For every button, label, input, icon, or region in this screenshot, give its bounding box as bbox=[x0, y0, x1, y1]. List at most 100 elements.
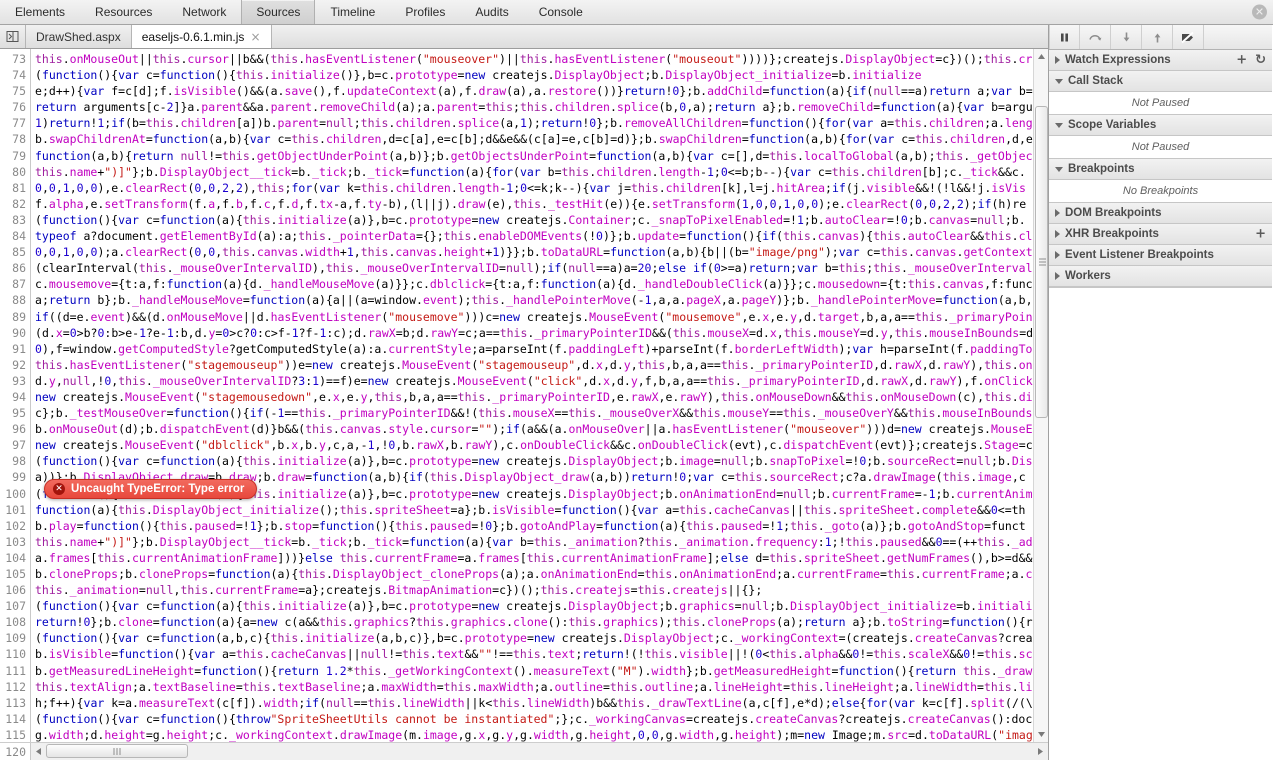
code-line[interactable]: b.getMeasuredLineHeight=function(){retur… bbox=[35, 663, 1048, 679]
line-number[interactable]: 103 bbox=[0, 534, 30, 550]
step-over-icon[interactable] bbox=[1080, 25, 1111, 49]
sidebar-section-dom-breakpoints[interactable]: DOM Breakpoints bbox=[1049, 203, 1272, 224]
line-number[interactable]: 97 bbox=[0, 437, 30, 453]
line-number[interactable]: 112 bbox=[0, 679, 30, 695]
add-icon[interactable]: + bbox=[1236, 53, 1247, 68]
code-line[interactable]: 0,0,1,0,0),e.clearRect(0,0,2,2),this;for… bbox=[35, 180, 1048, 196]
code-line[interactable]: b.onMouseOut(d);b.dispatchEvent(d)}b&&(t… bbox=[35, 421, 1048, 437]
code-line[interactable]: 0),f=window.getComputedStyle?getComputed… bbox=[35, 341, 1048, 357]
chevron-right-icon[interactable] bbox=[1055, 272, 1060, 280]
line-number[interactable]: 101 bbox=[0, 502, 30, 518]
add-icon[interactable]: + bbox=[1255, 227, 1266, 242]
chevron-down-icon[interactable] bbox=[1055, 78, 1063, 84]
code-line[interactable]: this.name+")]"};b.DisplayObject__tick=b.… bbox=[35, 164, 1048, 180]
sidebar-section-xhr-breakpoints[interactable]: XHR Breakpoints + bbox=[1049, 224, 1272, 245]
line-number[interactable]: 102 bbox=[0, 518, 30, 534]
file-tab[interactable]: easeljs-0.6.1.min.js × bbox=[131, 25, 272, 48]
line-number[interactable]: 111 bbox=[0, 663, 30, 679]
line-number[interactable]: 83 bbox=[0, 212, 30, 228]
code-line[interactable]: d.y,null,!0,this._mouseOverIntervalID?3:… bbox=[35, 373, 1048, 389]
code-line[interactable]: b.play=function(){this.paused=!1};b.stop… bbox=[35, 518, 1048, 534]
code-line[interactable]: (function(){var c=function(){this.initia… bbox=[35, 67, 1048, 83]
step-into-icon[interactable] bbox=[1111, 25, 1142, 49]
code-line[interactable]: b.isVisible=function(){var a=this.cacheC… bbox=[35, 646, 1048, 662]
code-line[interactable]: return!0};b.clone=function(a){a=new c(a&… bbox=[35, 614, 1048, 630]
code-line[interactable]: a.frames[this.currentAnimationFrame]))}e… bbox=[35, 550, 1048, 566]
line-number[interactable]: 104 bbox=[0, 550, 30, 566]
chevron-down-icon[interactable] bbox=[1055, 122, 1063, 128]
code-line[interactable]: this.name+")]"};b.DisplayObject__tick=b.… bbox=[35, 534, 1048, 550]
panel-tab-timeline[interactable]: Timeline bbox=[315, 0, 390, 24]
vertical-scroll-thumb[interactable] bbox=[1034, 106, 1048, 418]
horizontal-scroll-thumb[interactable] bbox=[46, 744, 188, 758]
code-line[interactable]: g.width;d.height=g.height;c._workingCont… bbox=[35, 727, 1048, 742]
code-line[interactable]: f.alpha,e.setTransform(f.a,f.b,f.c,f.d,f… bbox=[35, 196, 1048, 212]
line-number[interactable]: 73 bbox=[0, 51, 30, 67]
panel-tab-sources[interactable]: Sources bbox=[241, 0, 316, 24]
code-line[interactable]: if((d=e.event)&&(d.onMouseMove||d.hasEve… bbox=[35, 309, 1048, 325]
code-line[interactable]: this.hasEventListener("stagemouseup"))e=… bbox=[35, 357, 1048, 373]
code-line[interactable]: (d.x=0>b?0:b>e-1?e-1:b,d.y=0>c?0:c>f-1?f… bbox=[35, 325, 1048, 341]
chevron-right-icon[interactable] bbox=[1055, 251, 1060, 259]
vertical-scrollbar[interactable] bbox=[1033, 49, 1048, 742]
step-out-icon[interactable] bbox=[1142, 25, 1173, 49]
line-number[interactable]: 91 bbox=[0, 341, 30, 357]
code-line[interactable]: c};b._testMouseOver=function(){if(-1==th… bbox=[35, 405, 1048, 421]
code-line[interactable]: typeof a?document.getElementById(a):a;th… bbox=[35, 228, 1048, 244]
line-number[interactable]: 76 bbox=[0, 99, 30, 115]
horizontal-scrollbar[interactable] bbox=[31, 743, 1048, 760]
line-number[interactable]: 95 bbox=[0, 405, 30, 421]
panel-tab-resources[interactable]: Resources bbox=[80, 0, 167, 24]
close-icon[interactable]: ✕ bbox=[1252, 4, 1267, 20]
refresh-icon[interactable]: ↻ bbox=[1255, 53, 1266, 68]
sidebar-section-event-listener-breakpoints[interactable]: Event Listener Breakpoints bbox=[1049, 245, 1272, 266]
scroll-down-icon[interactable] bbox=[1034, 727, 1049, 742]
line-number[interactable]: 79 bbox=[0, 148, 30, 164]
code-line[interactable]: this.onMouseOut||this.cursor||b&&(this.h… bbox=[35, 51, 1048, 67]
error-tooltip[interactable]: ✕ Uncaught TypeError: Type error bbox=[44, 479, 258, 499]
panel-tab-elements[interactable]: Elements bbox=[0, 0, 80, 24]
code-line[interactable]: (function(){var c=function(a,b,c){this.i… bbox=[35, 630, 1048, 646]
code-line[interactable]: h;f++){var k=a.measureText(c[f]).width;i… bbox=[35, 695, 1048, 711]
code-line[interactable]: (function(){var c=function(){throw"Sprit… bbox=[35, 711, 1048, 727]
scroll-up-icon[interactable] bbox=[1034, 49, 1049, 64]
code-line[interactable]: function(a){this.DisplayObject_initializ… bbox=[35, 502, 1048, 518]
line-number[interactable]: 107 bbox=[0, 598, 30, 614]
line-number[interactable]: 115 bbox=[0, 727, 30, 742]
code-line[interactable]: function(a,b){return null!=this.getObjec… bbox=[35, 148, 1048, 164]
code-line[interactable]: (function(){var c=function(a){this.initi… bbox=[35, 598, 1048, 614]
line-number[interactable]: 78 bbox=[0, 131, 30, 147]
panel-tab-profiles[interactable]: Profiles bbox=[390, 0, 460, 24]
deactivate-breakpoints-icon[interactable] bbox=[1173, 25, 1204, 49]
horizontal-scroll-track[interactable] bbox=[46, 744, 1033, 759]
code-line[interactable]: 1)return!1;if(b=this.children[a])b.paren… bbox=[35, 115, 1048, 131]
code-line[interactable]: (clearInterval(this._mouseOverIntervalID… bbox=[35, 260, 1048, 276]
code-line[interactable]: this._animation=null,this.currentFrame=a… bbox=[35, 582, 1048, 598]
line-number[interactable]: 93 bbox=[0, 373, 30, 389]
line-number[interactable]: 105 bbox=[0, 566, 30, 582]
sidebar-section-scope-variables[interactable]: Scope Variables bbox=[1049, 115, 1272, 136]
panel-tab-audits[interactable]: Audits bbox=[460, 0, 523, 24]
source-code-viewer[interactable]: 73 74 75 76 77 78 79 80 81 82 83 84 85 86 87 88 89 90 91 92… bbox=[0, 49, 1048, 742]
line-number[interactable]: 96 bbox=[0, 421, 30, 437]
line-number[interactable]: 85 bbox=[0, 244, 30, 260]
line-number[interactable]: 88 bbox=[0, 292, 30, 308]
line-number[interactable]: 113 bbox=[0, 695, 30, 711]
line-number[interactable]: 99 bbox=[0, 469, 30, 485]
code-line[interactable]: b.cloneProps;b.cloneProps=function(a){th… bbox=[35, 566, 1048, 582]
code-line[interactable]: return arguments[c-2]}a.parent&&a.parent… bbox=[35, 99, 1048, 115]
line-number[interactable]: 90 bbox=[0, 325, 30, 341]
sidebar-section-watch-expressions[interactable]: Watch Expressions + ↻ bbox=[1049, 50, 1272, 71]
pause-icon[interactable] bbox=[1049, 25, 1080, 49]
line-number[interactable]: 80 bbox=[0, 164, 30, 180]
line-number[interactable]: 106 bbox=[0, 582, 30, 598]
horizontal-scrollbar-row[interactable]: 120 bbox=[0, 742, 1048, 760]
code-line[interactable]: (function(){var c=function(a){this.initi… bbox=[35, 453, 1048, 469]
line-number[interactable]: 84 bbox=[0, 228, 30, 244]
line-number[interactable]: 77 bbox=[0, 115, 30, 131]
line-number[interactable]: 108 bbox=[0, 614, 30, 630]
line-number[interactable]: 82 bbox=[0, 196, 30, 212]
panel-tab-network[interactable]: Network bbox=[167, 0, 241, 24]
code-line[interactable]: new createjs.MouseEvent("stagemousedown"… bbox=[35, 389, 1048, 405]
line-number[interactable]: 94 bbox=[0, 389, 30, 405]
